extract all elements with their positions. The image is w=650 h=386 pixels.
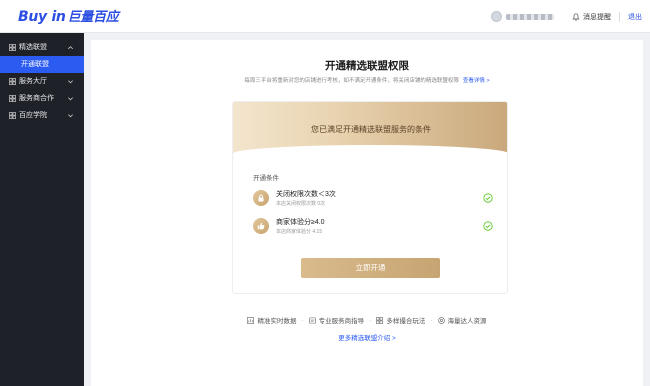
separator-dot: · [430,316,433,324]
logout-link[interactable]: 退出 [628,12,642,22]
logo-cn-text: 巨量百应 [67,10,119,25]
grid-icon [9,44,16,51]
chevron-down-icon [68,114,73,118]
details-link[interactable]: 查看详情 > [463,78,490,84]
grid-icon [9,95,16,102]
top-header: Buy in 巨量百应 消息提醒 退出 [0,0,650,33]
feature-item: 专业服务商指导 [308,315,365,325]
avatar[interactable] [491,11,502,22]
sidebar-item-selected-alliance[interactable]: 精选联盟 [0,39,84,56]
sidebar: 精选联盟 开通联盟 服务大厅 服务商合作 百应学院 [0,33,84,386]
open-now-button[interactable]: 立即开通 [301,258,440,278]
check-circle-icon [483,221,493,231]
banner-text: 您已满足开通精选联盟服务的条件 [311,125,431,134]
conditions-title: 开通条件 [253,175,279,182]
chevron-down-icon [68,97,73,101]
more-info-link[interactable]: 更多精选联盟介绍 > [91,332,643,342]
thumbs-up-icon [253,218,269,234]
chevron-down-icon [68,80,73,84]
data-chart-icon [247,316,255,324]
sidebar-item-service-partner[interactable]: 服务商合作 [0,90,84,107]
feature-label: 专业服务商指导 [318,318,365,325]
sidebar-item-label: 服务大厅 [19,78,47,85]
subtitle-text: 每周三平台将重新对您的店铺进行考核，如不满足开通条件，将关闭店铺的精选联盟权限 [244,78,459,84]
condition-item: 关闭权限次数＜3次 本店关闭权限次数 0次 [253,188,493,210]
separator-dot: · [369,316,372,324]
sidebar-item-label: 百应学院 [19,112,47,119]
feature-label: 海量达人资源 [447,318,487,325]
check-circle-icon [483,193,493,203]
page-subtitle: 每周三平台将重新对您的店铺进行考核，如不满足开通条件，将关闭店铺的精选联盟权限查… [91,76,643,84]
page-title: 开通精选联盟权限 [325,60,409,72]
chevron-up-icon [68,46,73,50]
username-redacted[interactable] [506,13,554,20]
grid-icon [376,316,384,324]
grid-icon [9,78,16,85]
separator-dot: · [301,316,304,324]
notifications-link[interactable]: 消息提醒 [583,12,611,22]
grid-icon [9,112,16,119]
sidebar-item-label: 服务商合作 [19,95,54,102]
condition-status: 本店商家体验分 4.15 [276,229,323,235]
sidebar-item-academy[interactable]: 百应学院 [0,107,84,124]
lock-icon [253,190,269,206]
sidebar-item-label: 精选联盟 [19,44,47,51]
feature-item: 精准实时数据 [247,315,296,325]
condition-name: 商家体验分≥4.0 [276,219,325,226]
bell-icon[interactable] [572,12,580,21]
condition-status: 本店关闭权限次数 0次 [276,201,326,207]
feature-item: 多样撮合玩法 [376,315,425,325]
logo[interactable]: Buy in 巨量百应 [18,6,119,25]
feature-label: 多样撮合玩法 [386,318,426,325]
condition-name: 关闭权限次数＜3次 [276,191,336,198]
condition-item: 商家体验分≥4.0 本店商家体验分 4.15 [253,216,493,238]
logo-text: Buy in [18,9,66,25]
sidebar-item-open-alliance[interactable]: 开通联盟 [0,56,84,73]
eligibility-banner: 您已满足开通精选联盟服务的条件 [233,102,507,159]
header-actions: 消息提醒 退出 [491,0,642,33]
header-divider [619,11,620,22]
feature-item: 海量达人资源 [437,315,487,325]
feature-list: 精准实时数据 · 专业服务商指导 · 多样撮合玩法 · 海量达人资源 [91,315,643,325]
feature-label: 精准实时数据 [257,318,297,325]
talent-icon [437,316,445,324]
main-panel: 开通精选联盟权限 每周三平台将重新对您的店铺进行考核，如不满足开通条件，将关闭店… [91,40,643,386]
conditions-card: 您已满足开通精选联盟服务的条件 开通条件 关闭权限次数＜3次 本店关闭权限次数 … [232,101,508,294]
sidebar-item-service-hall[interactable]: 服务大厅 [0,73,84,90]
guide-icon [308,317,316,323]
